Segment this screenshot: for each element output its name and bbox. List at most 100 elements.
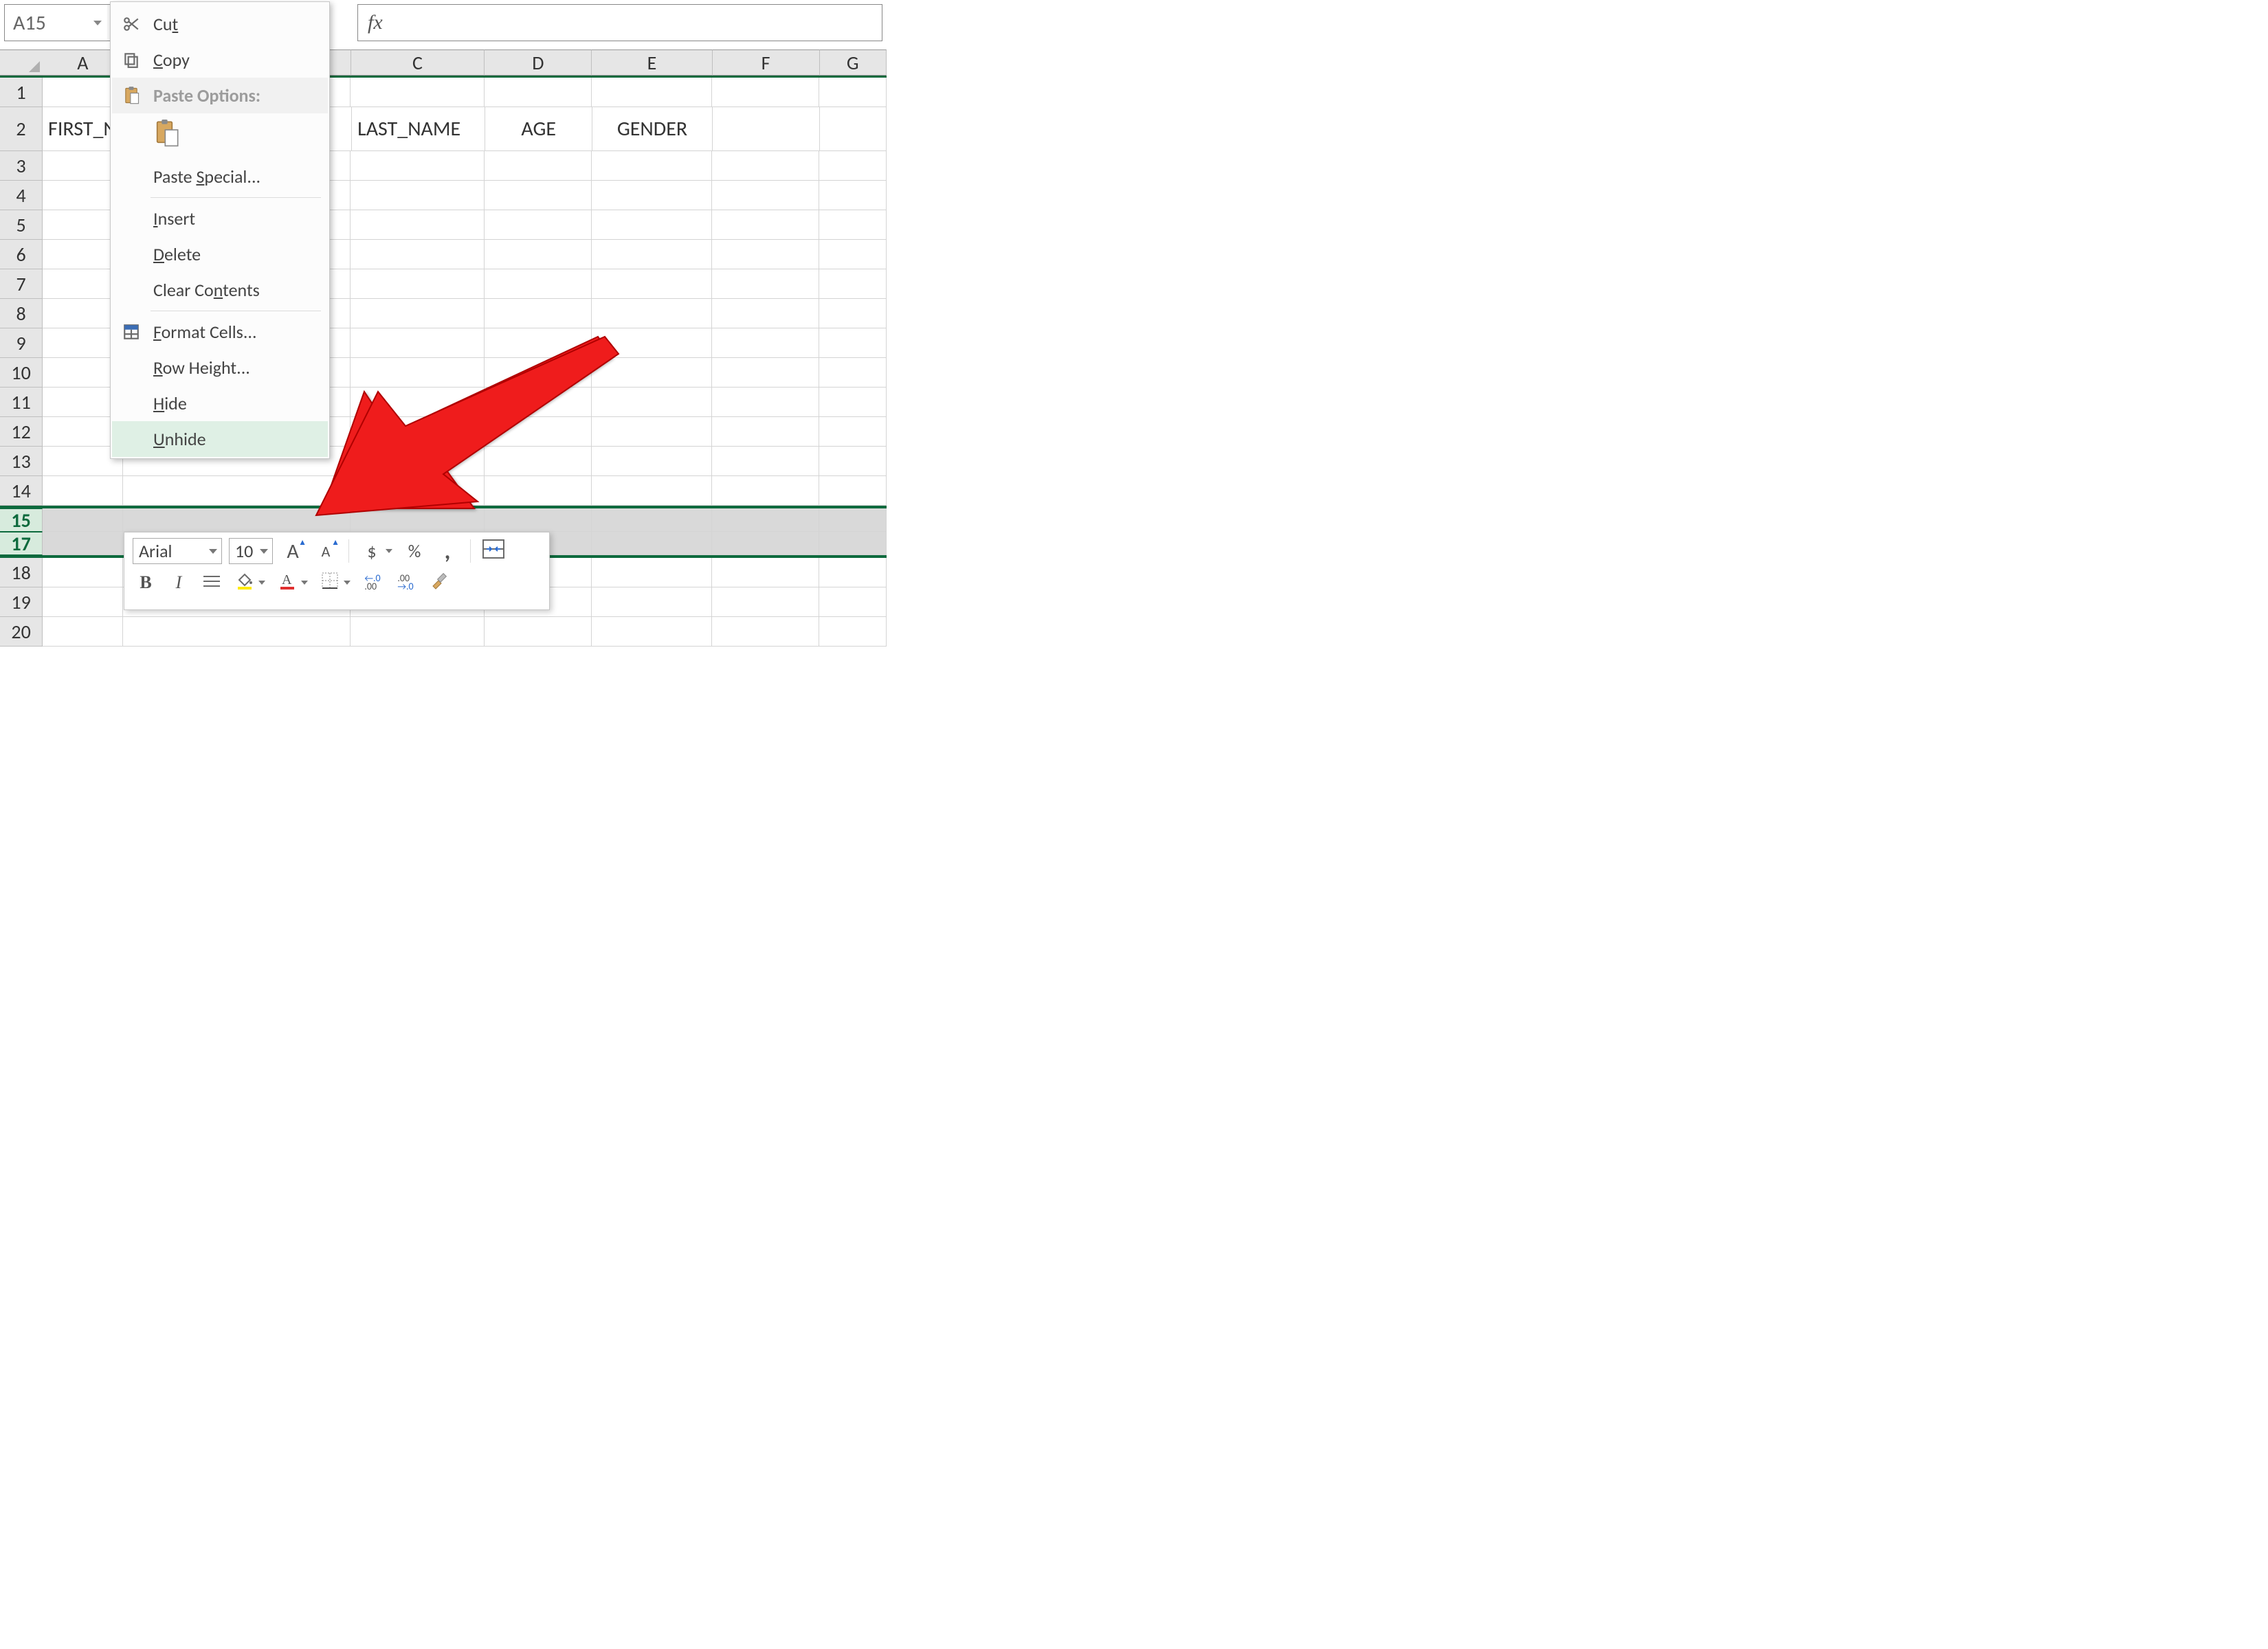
column-header-C[interactable]: C	[351, 49, 485, 76]
cell-F13[interactable]	[712, 447, 819, 476]
font-family-combo[interactable]: Arial	[133, 538, 222, 564]
borders-button[interactable]	[317, 570, 343, 596]
name-box[interactable]: A15	[4, 4, 107, 41]
cell-G12[interactable]	[819, 417, 887, 447]
cell-F8[interactable]	[712, 299, 819, 328]
cell-D6[interactable]	[485, 240, 592, 269]
cell-C7[interactable]	[351, 269, 485, 299]
cell-G4[interactable]	[819, 181, 887, 210]
cell-G5[interactable]	[819, 210, 887, 240]
cell-D11[interactable]	[485, 388, 592, 417]
cell-A20[interactable]	[43, 617, 123, 647]
cell-E9[interactable]	[592, 328, 712, 358]
select-all-corner[interactable]	[0, 49, 43, 76]
cell-G11[interactable]	[819, 388, 887, 417]
cell-A17[interactable]	[43, 532, 123, 555]
merge-center-button[interactable]	[480, 538, 507, 564]
cell-D8[interactable]	[485, 299, 592, 328]
menu-unhide[interactable]: Unhide	[112, 421, 328, 457]
cell-C13[interactable]	[351, 447, 485, 476]
cell-F1[interactable]	[712, 78, 819, 107]
column-header-D[interactable]: D	[485, 49, 592, 76]
accounting-format-button[interactable]: $	[359, 538, 385, 564]
cell-G7[interactable]	[819, 269, 887, 299]
column-header-F[interactable]: F	[713, 49, 820, 76]
cell-E11[interactable]	[592, 388, 712, 417]
cell-C15[interactable]	[351, 508, 485, 532]
row-header-5[interactable]: 5	[0, 210, 43, 240]
cell-E2[interactable]: GENDER	[592, 107, 713, 151]
row-header-12[interactable]: 12	[0, 417, 43, 447]
cell-F7[interactable]	[712, 269, 819, 299]
menu-clear-contents[interactable]: Clear Contents	[112, 272, 328, 308]
cell-D20[interactable]	[485, 617, 592, 647]
cell-C6[interactable]	[351, 240, 485, 269]
cell-D4[interactable]	[485, 181, 592, 210]
cell-F5[interactable]	[712, 210, 819, 240]
cell-C2[interactable]: LAST_NAME	[352, 107, 485, 151]
cell-G3[interactable]	[819, 151, 887, 181]
cell-D14[interactable]	[485, 476, 592, 506]
cell-E19[interactable]	[592, 587, 712, 617]
cell-G20[interactable]	[819, 617, 887, 647]
cell-E12[interactable]	[592, 417, 712, 447]
menu-row-height[interactable]: Row Height...	[112, 350, 328, 385]
cell-G1[interactable]	[819, 78, 887, 107]
cell-F15[interactable]	[712, 508, 819, 532]
row-header-14[interactable]: 14	[0, 476, 43, 506]
cell-G2[interactable]	[820, 107, 887, 151]
cell-F17[interactable]	[712, 532, 819, 555]
row-header-13[interactable]: 13	[0, 447, 43, 476]
cell-D1[interactable]	[485, 78, 592, 107]
cell-G9[interactable]	[819, 328, 887, 358]
cell-C3[interactable]	[351, 151, 485, 181]
cell-D12[interactable]	[485, 417, 592, 447]
font-color-button[interactable]: A	[274, 570, 300, 596]
cell-E20[interactable]	[592, 617, 712, 647]
cell-B20[interactable]	[123, 617, 351, 647]
cell-D3[interactable]	[485, 151, 592, 181]
cell-D15[interactable]	[485, 508, 592, 532]
cell-A18[interactable]	[43, 558, 123, 587]
paste-default-icon[interactable]	[151, 117, 182, 149]
cell-G14[interactable]	[819, 476, 887, 506]
cell-F12[interactable]	[712, 417, 819, 447]
fill-color-button[interactable]	[232, 570, 258, 596]
cell-A15[interactable]	[43, 508, 123, 532]
row-header-3[interactable]: 3	[0, 151, 43, 181]
cell-B14[interactable]	[123, 476, 351, 506]
menu-format-cells[interactable]: Format Cells...	[112, 314, 328, 350]
cell-D10[interactable]	[485, 358, 592, 388]
fx-label[interactable]: fx	[357, 4, 392, 41]
formula-bar-input[interactable]	[392, 4, 882, 41]
cell-G8[interactable]	[819, 299, 887, 328]
percent-format-button[interactable]: %	[401, 538, 427, 564]
menu-delete[interactable]: Delete	[112, 236, 328, 272]
cell-F9[interactable]	[712, 328, 819, 358]
cell-D7[interactable]	[485, 269, 592, 299]
cell-G19[interactable]	[819, 587, 887, 617]
cell-E4[interactable]	[592, 181, 712, 210]
cell-C20[interactable]	[351, 617, 485, 647]
cell-D2[interactable]: AGE	[485, 107, 592, 151]
cell-C12[interactable]	[351, 417, 485, 447]
align-button[interactable]	[199, 570, 225, 596]
cell-C10[interactable]	[351, 358, 485, 388]
cell-E15[interactable]	[592, 508, 712, 532]
cell-E8[interactable]	[592, 299, 712, 328]
row-header-2[interactable]: 2	[0, 107, 43, 151]
menu-paste-special[interactable]: Paste Special...	[112, 159, 328, 194]
cell-C8[interactable]	[351, 299, 485, 328]
increase-font-button[interactable]: A▲	[280, 538, 306, 564]
column-header-E[interactable]: E	[592, 49, 712, 76]
bold-button[interactable]: B	[133, 570, 159, 596]
decrease-font-button[interactable]: A▲	[313, 538, 339, 564]
cell-F3[interactable]	[712, 151, 819, 181]
cell-F18[interactable]	[712, 558, 819, 587]
cell-C4[interactable]	[351, 181, 485, 210]
row-header-4[interactable]: 4	[0, 181, 43, 210]
cell-F2[interactable]	[713, 107, 820, 151]
cell-G18[interactable]	[819, 558, 887, 587]
row-header-6[interactable]: 6	[0, 240, 43, 269]
cell-G10[interactable]	[819, 358, 887, 388]
